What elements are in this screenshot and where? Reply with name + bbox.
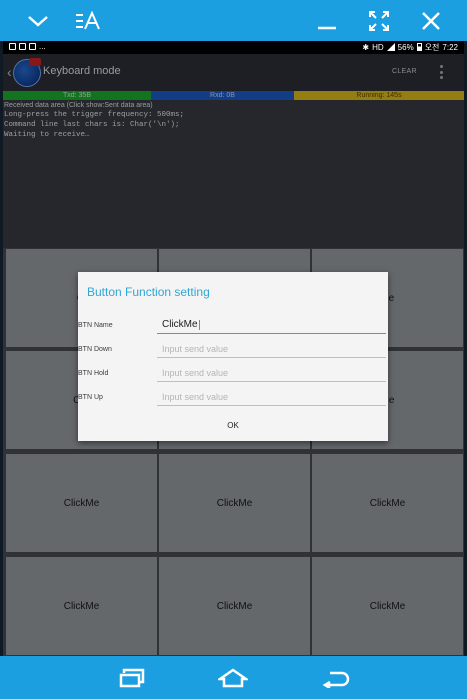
network-type: HD — [372, 43, 384, 52]
keyboard-input-icon[interactable] — [71, 0, 105, 41]
recent-apps-icon[interactable] — [112, 656, 152, 699]
time-period: 오전 — [424, 43, 440, 52]
btn-up-label: BTN Up — [78, 394, 103, 401]
btn-up-row: BTN Up Input send value — [78, 386, 388, 410]
navigation-bar — [0, 656, 467, 699]
btn-hold-label: BTN Hold — [78, 370, 109, 377]
close-icon[interactable] — [416, 0, 446, 41]
dialog-title: Button Function setting — [87, 285, 210, 299]
btn-name-input[interactable]: ClickMe — [157, 316, 386, 334]
notification-icon — [9, 43, 16, 50]
fullscreen-icon[interactable] — [364, 0, 394, 41]
status-bar-overflow: ... — [39, 42, 46, 51]
btn-hold-row: BTN Hold Input send value — [78, 362, 388, 386]
btn-up-placeholder: Input send value — [162, 391, 229, 402]
btn-down-input[interactable]: Input send value — [157, 340, 386, 358]
clock: 7:22 — [442, 43, 458, 52]
chevron-down-icon[interactable] — [22, 0, 54, 41]
btn-up-input[interactable]: Input send value — [157, 388, 386, 406]
btn-name-label: BTN Name — [78, 322, 113, 329]
back-icon[interactable] — [316, 656, 356, 699]
btn-hold-placeholder: Input send value — [162, 367, 229, 378]
emulator-frame: ... ✱ HD 56% 오전 7:22 ‹ Keyboard mode CLE… — [0, 0, 467, 699]
button-function-dialog: Button Function setting BTN Name ClickMe… — [78, 272, 388, 441]
status-bar: ... ✱ HD 56% 오전 7:22 — [3, 41, 464, 54]
btn-name-row: BTN Name ClickMe — [78, 314, 388, 338]
btn-down-placeholder: Input send value — [162, 343, 229, 354]
btn-down-row: BTN Down Input send value — [78, 338, 388, 362]
text-cursor — [198, 319, 200, 330]
status-bar-notifications: ... — [9, 42, 46, 51]
signal-icon — [386, 42, 395, 53]
btn-name-value: ClickMe — [162, 319, 198, 330]
battery-icon — [416, 42, 422, 53]
status-bar-indicators: ✱ HD 56% 오전 7:22 — [362, 41, 458, 54]
btn-down-label: BTN Down — [78, 346, 112, 353]
notification-icon — [19, 43, 26, 50]
bluetooth-icon: ✱ — [362, 43, 370, 52]
battery-percent: 56% — [397, 43, 414, 52]
device-screen: ... ✱ HD 56% 오전 7:22 ‹ Keyboard mode CLE… — [3, 41, 464, 656]
btn-hold-input[interactable]: Input send value — [157, 364, 386, 382]
home-icon[interactable] — [213, 656, 253, 699]
ok-button[interactable]: OK — [78, 415, 388, 435]
notification-icon — [29, 43, 36, 50]
window-toolbar — [0, 0, 467, 41]
minimize-icon[interactable] — [310, 0, 344, 41]
